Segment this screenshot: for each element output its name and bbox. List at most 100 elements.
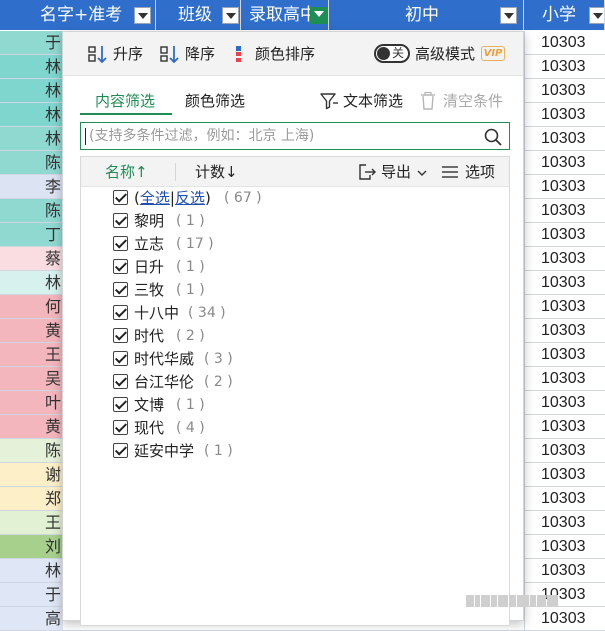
invert-selection-link[interactable]: 反选 (175, 189, 205, 207)
name-cell[interactable]: 吴 (0, 367, 63, 390)
item-name: 日升 (134, 258, 165, 276)
color-sort-label: 颜色排序 (255, 45, 316, 63)
name-cell[interactable]: 林 (0, 127, 63, 150)
filter-active-icon[interactable] (310, 7, 327, 24)
primary-school-cell[interactable]: 10303 (524, 175, 605, 198)
name-cell[interactable]: 陈 (0, 199, 63, 222)
advanced-mode-toggle[interactable]: 关 (374, 44, 410, 63)
primary-school-cell[interactable]: 10303 (524, 511, 605, 534)
primary-school-cell[interactable]: 10303 (524, 319, 605, 342)
name-cell[interactable]: 王 (0, 511, 63, 534)
item-name: 现代 (134, 419, 165, 437)
item-name: 三牧 (134, 281, 165, 299)
search-icon[interactable] (483, 127, 503, 147)
name-cell[interactable]: 高 (0, 607, 63, 630)
name-cell[interactable]: 林 (0, 559, 63, 582)
name-cell[interactable]: 谢 (0, 463, 63, 486)
name-cell[interactable]: 黄 (0, 415, 63, 438)
primary-school-cell[interactable]: 10303 (524, 127, 605, 150)
name-cell[interactable]: 陈 (0, 439, 63, 462)
primary-school-cell[interactable]: 10303 (524, 223, 605, 246)
list-header: 名称↑ 计数↓ 导出 选项 (81, 157, 509, 187)
checkbox-checked-icon[interactable] (113, 259, 128, 274)
filter-popup: 升序 降序 颜色排序 关 高级模式 VIP 内容筛选 颜色筛选 文本筛选 清空条… (62, 31, 524, 626)
popup-toolbar: 升序 降序 颜色排序 关 高级模式 VIP (63, 32, 523, 76)
checkbox-checked-icon[interactable] (113, 351, 128, 366)
name-cell[interactable]: 林 (0, 55, 63, 78)
filter-dropdown-icon[interactable] (500, 7, 517, 24)
primary-school-cell[interactable]: 10303 (524, 295, 605, 318)
item-name: 十八中 (134, 304, 180, 322)
menu-lines-icon (442, 166, 458, 178)
primary-school-cell[interactable]: 10303 (524, 607, 605, 630)
export-icon (359, 164, 376, 180)
name-cell[interactable]: 于 (0, 583, 63, 606)
column-header-label: 录取高中 (249, 5, 317, 25)
primary-school-cell[interactable]: 10303 (524, 367, 605, 390)
tab-content-filter[interactable]: 内容筛选 (95, 90, 155, 112)
column-header-label: 班级 (178, 5, 212, 25)
checkbox-checked-icon[interactable] (113, 282, 128, 297)
primary-school-cell[interactable]: 10303 (524, 247, 605, 270)
name-cell[interactable]: 林 (0, 103, 63, 126)
primary-school-cell[interactable]: 10303 (524, 559, 605, 582)
sort-by-count-button[interactable]: 计数↓ (195, 161, 238, 183)
name-cell[interactable]: 丁 (0, 223, 63, 246)
primary-school-cell[interactable]: 10303 (524, 31, 605, 54)
checkbox-checked-icon[interactable] (113, 236, 128, 251)
name-cell[interactable]: 王 (0, 343, 63, 366)
tab-color-filter[interactable]: 颜色筛选 (185, 90, 245, 112)
primary-school-cell[interactable]: 10303 (524, 535, 605, 558)
column-header-middle-school[interactable]: 初中 (329, 0, 524, 30)
name-cell[interactable]: 郑 (0, 487, 63, 510)
primary-school-cell[interactable]: 10303 (524, 271, 605, 294)
name-cell[interactable]: 刘 (0, 535, 63, 558)
item-name: 立志 (134, 235, 165, 253)
filter-dropdown-icon[interactable] (134, 7, 151, 24)
primary-school-cell[interactable]: 10303 (524, 55, 605, 78)
primary-school-cell[interactable]: 10303 (524, 103, 605, 126)
name-cell[interactable]: 黄 (0, 319, 63, 342)
filter-search-box[interactable] (80, 122, 510, 150)
filter-search-input[interactable] (89, 125, 479, 147)
primary-school-cell[interactable]: 10303 (524, 391, 605, 414)
primary-school-cell[interactable]: 10303 (524, 439, 605, 462)
primary-school-cell[interactable]: 10303 (524, 199, 605, 222)
item-count: ( 17 ) (176, 236, 214, 252)
primary-school-cell[interactable]: 10303 (524, 343, 605, 366)
color-sort-icon (236, 46, 241, 62)
arrow-down-icon: ↓ (225, 163, 238, 181)
name-cell[interactable]: 蔡 (0, 247, 63, 270)
checkbox-checked-icon[interactable] (113, 328, 128, 343)
checkbox-checked-icon[interactable] (113, 190, 128, 205)
name-cell[interactable]: 叶 (0, 391, 63, 414)
sort-by-name-button[interactable]: 名称↑ (105, 161, 148, 183)
primary-school-cell[interactable]: 10303 (524, 415, 605, 438)
checkbox-checked-icon[interactable] (113, 443, 128, 458)
primary-school-cell[interactable]: 10303 (524, 79, 605, 102)
name-sort-label: 名称 (105, 163, 136, 181)
name-cell[interactable]: 林 (0, 79, 63, 102)
name-cell[interactable]: 何 (0, 295, 63, 318)
column-header-high-school[interactable]: 录取高中 (241, 0, 329, 30)
select-all-link[interactable]: 全选 (140, 189, 170, 207)
checkbox-checked-icon[interactable] (113, 420, 128, 435)
checkbox-checked-icon[interactable] (113, 397, 128, 412)
name-cell[interactable]: 林 (0, 271, 63, 294)
name-cell[interactable]: 陈 (0, 151, 63, 174)
filter-dropdown-icon[interactable] (589, 7, 604, 24)
primary-school-cell[interactable]: 10303 (524, 463, 605, 486)
checkbox-checked-icon[interactable] (113, 374, 128, 389)
filter-dropdown-icon[interactable] (222, 7, 239, 24)
primary-school-cell[interactable]: 10303 (524, 151, 605, 174)
active-tab-indicator (80, 113, 172, 115)
checkbox-checked-icon[interactable] (113, 305, 128, 320)
column-header-name[interactable]: 名字+准考 (0, 0, 156, 30)
name-cell[interactable]: 于 (0, 31, 63, 54)
column-header-class[interactable]: 班级 (156, 0, 241, 30)
column-header-primary[interactable]: 小学 (524, 0, 605, 30)
primary-school-cell[interactable]: 10303 (524, 487, 605, 510)
checkbox-checked-icon[interactable] (113, 213, 128, 228)
name-cell[interactable]: 李 (0, 175, 63, 198)
clear-conditions-label: 清空条件 (443, 92, 504, 110)
